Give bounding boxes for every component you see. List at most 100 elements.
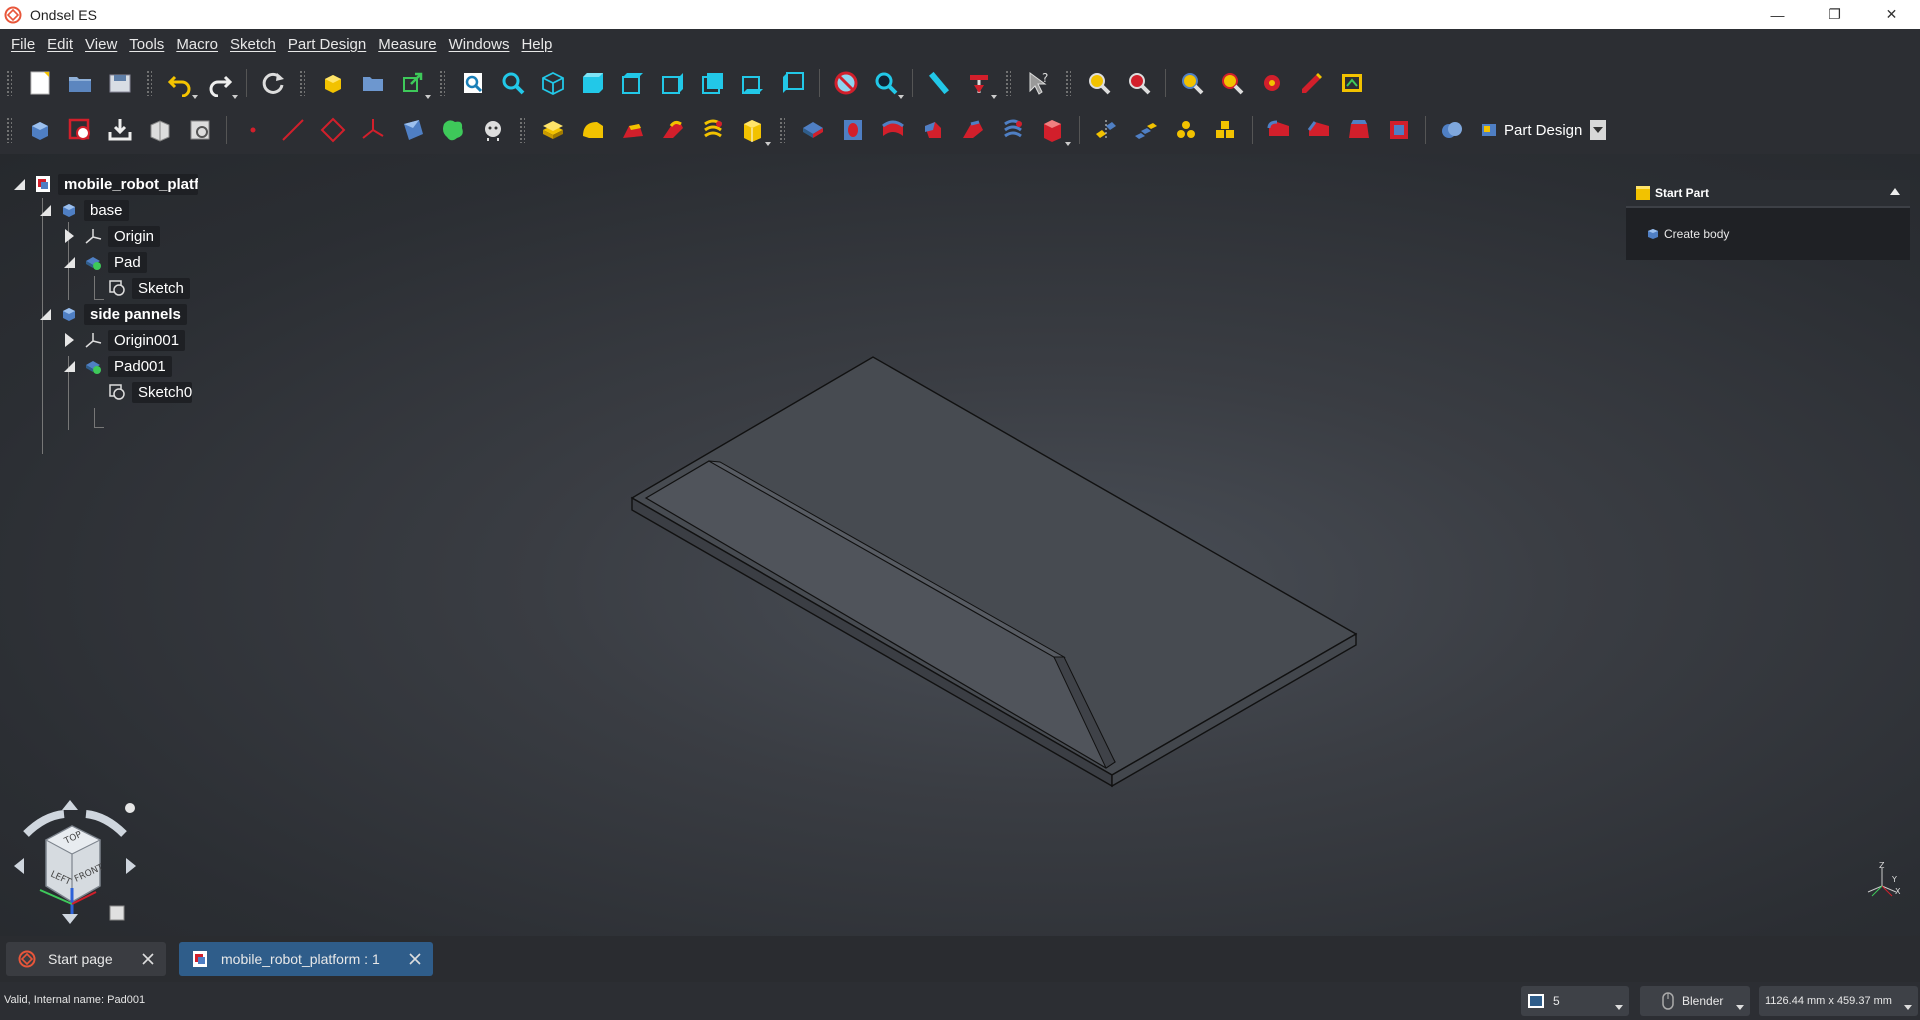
thickness-button[interactable]: [1379, 110, 1419, 150]
sub-shape-binder-button[interactable]: [180, 110, 220, 150]
view-section-button[interactable]: [826, 63, 866, 103]
polar-pattern-button[interactable]: [1166, 110, 1206, 150]
close-tab-icon[interactable]: [140, 951, 156, 967]
task-panel-header[interactable]: Start Part: [1626, 180, 1910, 208]
view-right-button[interactable]: [653, 63, 693, 103]
maximize-button[interactable]: ❐: [1806, 0, 1863, 29]
toolbar-grip[interactable]: [779, 117, 785, 143]
tree-item-pad001[interactable]: Pad001: [62, 354, 172, 378]
save-document-button[interactable]: [100, 63, 140, 103]
datum-plane-button[interactable]: [313, 110, 353, 150]
redo-button[interactable]: [200, 63, 240, 103]
clear-measure-button[interactable]: [959, 63, 999, 103]
std-group-button[interactable]: [353, 63, 393, 103]
attachment-button[interactable]: [1332, 63, 1372, 103]
view-front-button[interactable]: [573, 63, 613, 103]
tab-mobile-robot-platform[interactable]: mobile_robot_platform : 1: [179, 942, 433, 976]
menu-file[interactable]: File: [5, 36, 41, 53]
boolean-button[interactable]: [1079, 63, 1119, 103]
tab-start-page[interactable]: Start page: [6, 942, 166, 976]
redo-dropdown-icon[interactable]: [232, 95, 238, 99]
additive-primitive-button[interactable]: [733, 110, 773, 150]
additive-helix-button[interactable]: [693, 110, 733, 150]
dropdown-arrow-icon[interactable]: [1615, 1005, 1623, 1010]
workbench-dropdown-icon[interactable]: [1590, 120, 1607, 140]
tree-item-origin[interactable]: Origin: [62, 224, 161, 248]
additive-pipe-button[interactable]: [653, 110, 693, 150]
tree-item-pad[interactable]: Pad: [62, 250, 147, 274]
open-document-button[interactable]: [60, 63, 100, 103]
validate-sketch-button[interactable]: [100, 110, 140, 150]
nav-left-arrow-icon[interactable]: [14, 858, 24, 874]
dimension-readout[interactable]: 1126.44 mm x 459.37 mm: [1759, 986, 1918, 1016]
inspect-button[interactable]: [1119, 63, 1159, 103]
nav-menu-dot-icon[interactable]: [125, 803, 135, 813]
3d-viewport[interactable]: [0, 154, 1920, 936]
tree-item-sketch001[interactable]: Sketch00: [108, 380, 192, 404]
mirrored-button[interactable]: [1086, 110, 1126, 150]
shape-builder-button[interactable]: [1292, 63, 1332, 103]
toolbar-grip[interactable]: [299, 70, 305, 96]
hole-button[interactable]: [833, 110, 873, 150]
nav-up-arrow-icon[interactable]: [62, 800, 78, 810]
pad-button[interactable]: [433, 110, 473, 150]
toolbar-grip[interactable]: [146, 70, 152, 96]
workbench-selector[interactable]: Part Design: [1480, 116, 1607, 144]
dropdown-arrow-icon[interactable]: [1904, 1005, 1912, 1010]
menu-macro[interactable]: Macro: [170, 36, 224, 53]
toolbar-grip[interactable]: [6, 117, 12, 143]
rotate-left-arrow-icon[interactable]: [23, 810, 65, 837]
local-coordinate-system-button[interactable]: [353, 110, 393, 150]
collapse-up-icon[interactable]: [1890, 188, 1900, 195]
undo-dropdown-icon[interactable]: [192, 95, 198, 99]
subtractive-primitive-button[interactable]: [1033, 110, 1073, 150]
view-bottom-button[interactable]: [733, 63, 773, 103]
measure-button[interactable]: [919, 63, 959, 103]
create-body-button[interactable]: [20, 110, 60, 150]
menu-help[interactable]: Help: [515, 36, 558, 53]
dropdown-arrow-icon[interactable]: [1736, 1005, 1744, 1010]
subtractive-helix-button[interactable]: [993, 110, 1033, 150]
measure-distance-button[interactable]: [866, 63, 906, 103]
multi-transform-button[interactable]: [1206, 110, 1246, 150]
chamfer-button[interactable]: [1299, 110, 1339, 150]
tree-expand-icon[interactable]: [38, 307, 52, 321]
fit-selection-button[interactable]: [493, 63, 533, 103]
datum-point-button[interactable]: [233, 110, 273, 150]
whats-this-button[interactable]: ?: [1019, 63, 1059, 103]
additive-primitive-dropdown-icon[interactable]: [765, 142, 771, 146]
view-isometric-button[interactable]: [533, 63, 573, 103]
measure-dropdown-icon[interactable]: [991, 95, 997, 99]
refresh-button[interactable]: [253, 63, 293, 103]
create-sketch-button[interactable]: [60, 110, 100, 150]
tree-collapse-icon[interactable]: [62, 229, 76, 243]
std-part-button[interactable]: [313, 63, 353, 103]
toolbar-grip[interactable]: [519, 117, 525, 143]
defeaturing-button[interactable]: [1212, 63, 1252, 103]
shape-binder-button[interactable]: [140, 110, 180, 150]
primitive-button[interactable]: [1252, 63, 1292, 103]
robot-button[interactable]: [473, 110, 513, 150]
check-geometry-button[interactable]: [1172, 63, 1212, 103]
subtractive-pipe-button[interactable]: [953, 110, 993, 150]
close-tab-icon[interactable]: [407, 951, 423, 967]
toolbar-grip[interactable]: [439, 70, 445, 96]
fillet-button[interactable]: [1259, 110, 1299, 150]
tree-item-side-pannels[interactable]: side pannels: [38, 302, 187, 326]
navigation-style-selector[interactable]: Blender: [1640, 986, 1750, 1016]
navigation-cube[interactable]: TOP LEFT FRONT: [6, 796, 144, 928]
view-top-button[interactable]: [613, 63, 653, 103]
new-document-button[interactable]: [20, 63, 60, 103]
link-button[interactable]: [393, 63, 433, 103]
draft-button[interactable]: [1339, 110, 1379, 150]
menu-tools[interactable]: Tools: [123, 36, 170, 53]
nav-right-arrow-icon[interactable]: [126, 858, 136, 874]
link-dropdown-icon[interactable]: [425, 95, 431, 99]
menu-view[interactable]: View: [79, 36, 123, 53]
clone-button[interactable]: [393, 110, 433, 150]
subtractive-loft-button[interactable]: [913, 110, 953, 150]
toolbar-grip[interactable]: [1065, 70, 1071, 96]
tree-expand-icon[interactable]: [62, 359, 76, 373]
view-left-button[interactable]: [773, 63, 813, 103]
additive-loft-button[interactable]: [613, 110, 653, 150]
